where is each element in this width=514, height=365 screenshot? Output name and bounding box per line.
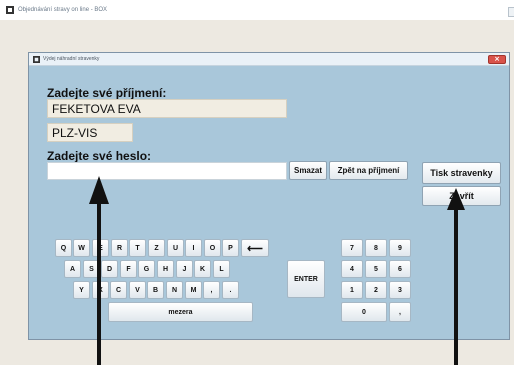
print-ticket-button[interactable]: Tisk stravenky <box>422 162 501 184</box>
key-u[interactable]: U <box>167 239 184 257</box>
keyboard-row-3: Y X C V B N M , . <box>73 281 293 301</box>
key-o[interactable]: O <box>204 239 221 257</box>
key-d[interactable]: D <box>101 260 118 278</box>
surname-field[interactable]: FEKETOVA EVA <box>47 99 287 118</box>
dialog: Výdej náhradní stravenky × Zadejte své p… <box>28 52 510 340</box>
app-titlebar: Objednávání stravy on line - BOX <box>0 0 514 20</box>
numpad-key-4[interactable]: 4 <box>341 260 363 278</box>
numpad-key-8[interactable]: 8 <box>365 239 387 257</box>
key-q[interactable]: Q <box>55 239 72 257</box>
key-m[interactable]: M <box>185 281 202 299</box>
numpad-key-6[interactable]: 6 <box>389 260 411 278</box>
key-k[interactable]: K <box>194 260 211 278</box>
key-i[interactable]: I <box>185 239 202 257</box>
surname-label: Zadejte své příjmení: <box>47 86 167 100</box>
key-r[interactable]: R <box>111 239 128 257</box>
backspace-icon: ⟵ <box>247 242 263 255</box>
key-g[interactable]: G <box>138 260 155 278</box>
window-edge <box>508 7 514 17</box>
key-j[interactable]: J <box>176 260 193 278</box>
backspace-key[interactable]: ⟵ <box>241 239 269 257</box>
password-input[interactable] <box>47 162 287 180</box>
dialog-titlebar: Výdej náhradní stravenky × <box>29 53 509 66</box>
password-label: Zadejte své heslo: <box>47 149 152 163</box>
keyboard-row-1: Q W E R T Z U I O P ⟵ <box>55 239 315 259</box>
numpad: 7 8 9 4 5 6 1 2 3 0 , <box>341 239 421 323</box>
key-x[interactable]: X <box>92 281 109 299</box>
key-w[interactable]: W <box>73 239 90 257</box>
space-key[interactable]: mezera <box>108 302 253 322</box>
key-b[interactable]: B <box>147 281 164 299</box>
numpad-key-0[interactable]: 0 <box>341 302 387 322</box>
app-icon <box>6 6 14 14</box>
numpad-key-comma[interactable]: , <box>389 302 411 322</box>
numpad-key-1[interactable]: 1 <box>341 281 363 299</box>
close-button[interactable]: Zavřít <box>422 186 501 206</box>
key-period[interactable]: . <box>222 281 239 299</box>
key-h[interactable]: H <box>157 260 174 278</box>
key-v[interactable]: V <box>129 281 146 299</box>
key-f[interactable]: F <box>120 260 137 278</box>
numpad-key-2[interactable]: 2 <box>365 281 387 299</box>
key-comma[interactable]: , <box>203 281 220 299</box>
key-s[interactable]: S <box>83 260 100 278</box>
key-y[interactable]: Y <box>73 281 90 299</box>
numpad-key-5[interactable]: 5 <box>365 260 387 278</box>
department-field[interactable]: PLZ-VIS <box>47 123 133 142</box>
key-n[interactable]: N <box>166 281 183 299</box>
back-to-surname-button[interactable]: Zpět na příjmení <box>329 161 408 180</box>
key-a[interactable]: A <box>64 260 81 278</box>
key-l[interactable]: L <box>213 260 230 278</box>
key-z[interactable]: Z <box>148 239 165 257</box>
numpad-key-9[interactable]: 9 <box>389 239 411 257</box>
numpad-key-3[interactable]: 3 <box>389 281 411 299</box>
numpad-key-7[interactable]: 7 <box>341 239 363 257</box>
key-t[interactable]: T <box>129 239 146 257</box>
keyboard-row-2: A S D F G H J K L <box>64 260 314 280</box>
dialog-title: Výdej náhradní stravenky <box>43 56 100 62</box>
dialog-icon <box>33 56 40 63</box>
close-icon[interactable]: × <box>488 55 506 64</box>
key-p[interactable]: P <box>222 239 239 257</box>
key-c[interactable]: C <box>110 281 127 299</box>
app-title: Objednávání stravy on line - BOX <box>18 7 108 13</box>
key-e[interactable]: E <box>92 239 109 257</box>
clear-button[interactable]: Smazat <box>289 161 327 180</box>
